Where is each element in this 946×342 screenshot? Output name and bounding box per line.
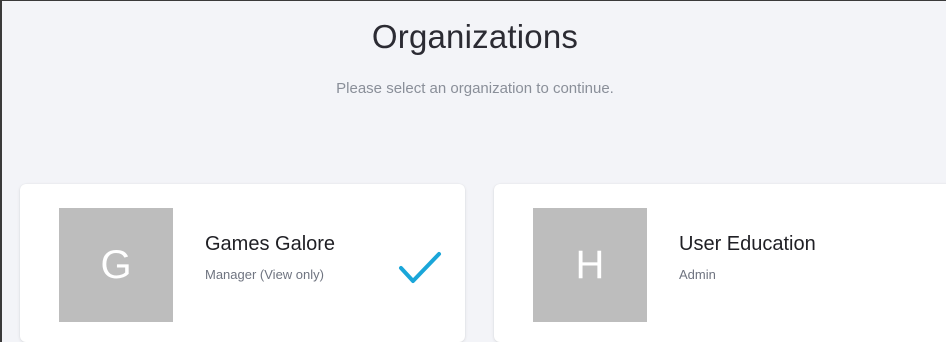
org-avatar-initial: H [575,242,605,287]
org-name: User Education [679,233,816,255]
org-card-games-galore[interactable]: G Games Galore Manager (View only) [20,184,465,342]
checkmark-icon [399,252,441,283]
org-name: Games Galore [205,233,336,255]
org-avatar: H [533,208,647,322]
org-avatar-initial: G [100,242,132,287]
org-role: Admin [679,267,716,282]
organization-picker: Organizations Please select an organizat… [0,0,946,342]
page-title: Organizations [371,18,579,55]
org-avatar: G [59,208,173,322]
page-subtitle: Please select an organization to continu… [336,80,614,97]
org-card-user-education[interactable]: H User Education Admin [494,184,946,342]
org-role: Manager (View only) [205,267,324,282]
